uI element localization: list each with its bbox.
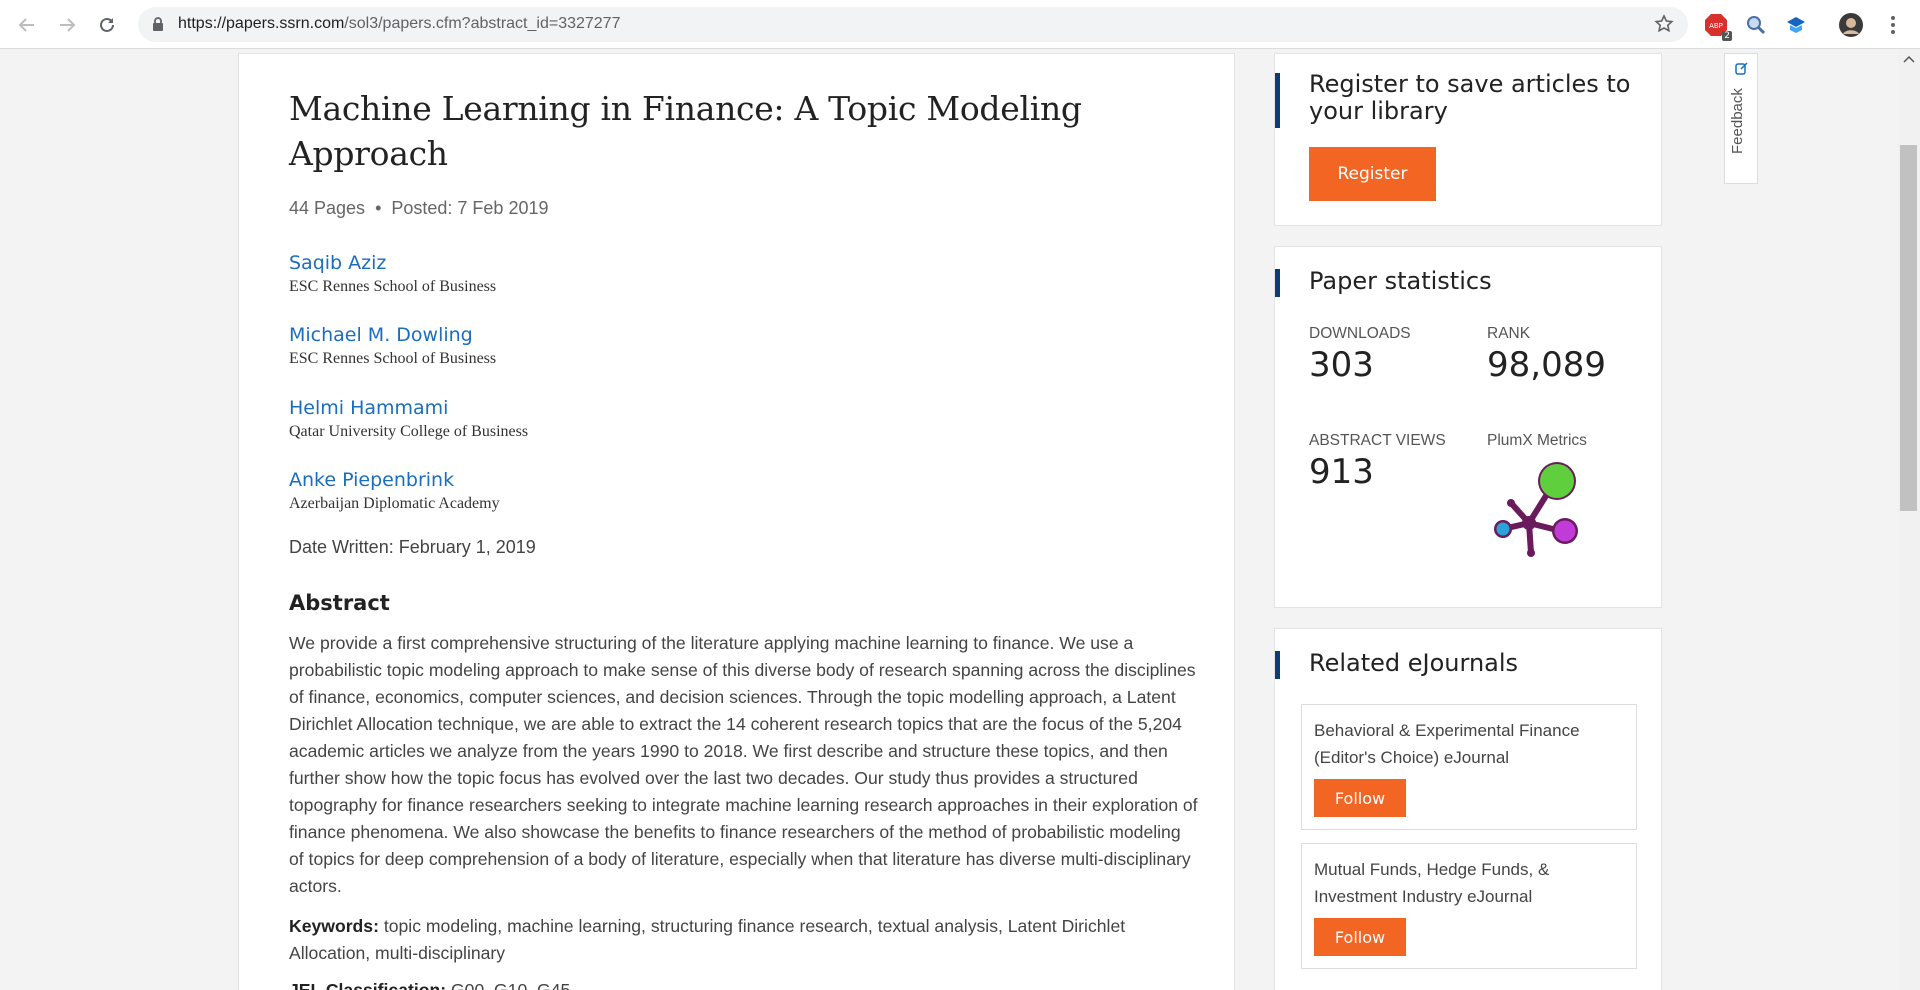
- follow-button[interactable]: Follow: [1314, 779, 1406, 817]
- scrollbar-thumb[interactable]: [1900, 145, 1917, 511]
- related-ejournals-title: Related eJournals: [1309, 649, 1519, 677]
- bookmark-star-icon[interactable]: [1654, 14, 1674, 39]
- register-button[interactable]: Register: [1309, 147, 1436, 201]
- keywords-label: Keywords:: [289, 916, 379, 936]
- journal-item: Mutual Funds, Hedge Funds, & Investment …: [1301, 843, 1637, 969]
- paper-meta: 44 Pages • Posted: 7 Feb 2019: [289, 198, 549, 219]
- adblock-badge: 2: [1722, 31, 1732, 41]
- journal-name[interactable]: Mutual Funds, Hedge Funds, & Investment …: [1314, 856, 1624, 910]
- search-extension-icon[interactable]: [1743, 12, 1769, 38]
- separator-dot: •: [375, 198, 382, 218]
- adblock-icon[interactable]: ABP 2: [1703, 12, 1732, 41]
- plumx-label[interactable]: PlumX Metrics: [1487, 432, 1587, 450]
- rank-label: RANK: [1487, 325, 1531, 342]
- author-link[interactable]: Helmi Hammami: [289, 397, 528, 419]
- feedback-tab[interactable]: Feedback: [1724, 53, 1758, 184]
- date-written: Date Written: February 1, 2019: [289, 537, 536, 557]
- abstract-heading: Abstract: [289, 591, 390, 615]
- accent-bar: [1275, 269, 1280, 297]
- paper-card: Machine Learning in Finance: A Topic Mod…: [238, 53, 1235, 990]
- author-block: Michael M. Dowling ESC Rennes School of …: [289, 324, 496, 368]
- rank-value: 98,089: [1487, 345, 1606, 385]
- browser-toolbar: https://papers.ssrn.com/sol3/papers.cfm?…: [0, 0, 1920, 49]
- paper-title: Machine Learning in Finance: A Topic Mod…: [289, 89, 1082, 173]
- author-affiliation: ESC Rennes School of Business: [289, 350, 497, 367]
- journal-item: Behavioral & Experimental Finance (Edito…: [1301, 704, 1637, 830]
- author-block: Anke Piepenbrink Azerbaijan Diplomatic A…: [289, 469, 500, 513]
- scroll-up-icon[interactable]: [1903, 55, 1915, 63]
- reload-icon[interactable]: [92, 10, 122, 40]
- abstract-text: We provide a first comprehensive structu…: [289, 633, 1198, 896]
- author-affiliation: Azerbaijan Diplomatic Academy: [289, 495, 500, 512]
- abstract-views-label: ABSTRACT VIEWS: [1309, 432, 1446, 449]
- page-scrollbar[interactable]: [1898, 49, 1920, 990]
- accent-bar: [1275, 651, 1280, 679]
- abstract-views-value: 913: [1309, 452, 1374, 492]
- plumx-icon[interactable]: [1491, 457, 1591, 557]
- author-affiliation: Qatar University College of Business: [289, 423, 529, 440]
- author-block: Helmi Hammami Qatar University College o…: [289, 397, 528, 441]
- paper-statistics-card: Paper statistics DOWNLOADS 303 RANK 98,0…: [1274, 246, 1662, 608]
- menu-dots-icon[interactable]: [1880, 12, 1906, 38]
- downloads-label: DOWNLOADS: [1309, 325, 1411, 342]
- jel-label: JEL Classification:: [289, 980, 447, 990]
- page-count: 44 Pages: [289, 198, 366, 218]
- author-link[interactable]: Michael M. Dowling: [289, 324, 496, 346]
- url-host: https://papers.ssrn.com: [178, 15, 345, 32]
- register-card-title: Register to save articles to your librar…: [1309, 70, 1631, 125]
- journal-name[interactable]: Behavioral & Experimental Finance (Edito…: [1314, 717, 1624, 771]
- author-link[interactable]: Saqib Aziz: [289, 252, 496, 274]
- feedback-icon: [1735, 62, 1748, 75]
- jel-codes: G00, G10, G45: [450, 980, 571, 990]
- downloads-value: 303: [1309, 345, 1374, 385]
- url-path: /sol3/papers.cfm?abstract_id=3327277: [344, 15, 621, 32]
- address-bar[interactable]: https://papers.ssrn.com/sol3/papers.cfm?…: [138, 7, 1688, 42]
- back-arrow-icon[interactable]: [12, 10, 42, 40]
- author-block: Saqib Aziz ESC Rennes School of Business: [289, 252, 496, 296]
- accent-bar: [1275, 73, 1280, 128]
- register-card: Register to save articles to your librar…: [1274, 53, 1662, 226]
- url-text: https://papers.ssrn.com/sol3/papers.cfm?…: [178, 15, 620, 33]
- posted-date: Posted: 7 Feb 2019: [391, 198, 549, 218]
- keywords: Keywords: topic modeling, machine learni…: [289, 913, 1199, 967]
- feedback-label: Feedback: [1729, 88, 1746, 154]
- author-link[interactable]: Anke Piepenbrink: [289, 469, 500, 491]
- author-affiliation: ESC Rennes School of Business: [289, 278, 497, 295]
- svg-text:ABP: ABP: [1709, 22, 1723, 30]
- jel-classification: JEL Classification: G00, G10, G45: [289, 980, 570, 990]
- keywords-text: topic modeling, machine learning, struct…: [289, 916, 1126, 963]
- forward-arrow-icon[interactable]: [52, 10, 82, 40]
- statistics-title: Paper statistics: [1309, 267, 1492, 295]
- follow-button[interactable]: Follow: [1314, 918, 1406, 956]
- extension-icon[interactable]: [1783, 12, 1809, 38]
- lock-icon: [152, 17, 164, 37]
- profile-avatar-icon[interactable]: [1838, 12, 1864, 38]
- related-ejournals-card: Related eJournals Behavioral & Experimen…: [1274, 628, 1662, 990]
